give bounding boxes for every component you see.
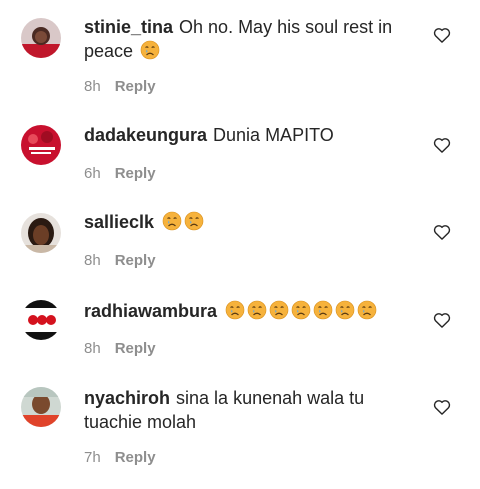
comment-text: sallieclk — [84, 210, 404, 234]
comment-body: Dunia MAPITO — [213, 125, 334, 145]
heart-icon[interactable] — [432, 25, 452, 45]
avatar[interactable] — [21, 18, 61, 58]
heart-icon[interactable] — [432, 310, 452, 330]
comment-username[interactable]: nyachiroh — [84, 388, 170, 408]
heart-icon[interactable] — [432, 222, 452, 242]
comment-meta: 6h Reply — [84, 165, 156, 182]
avatar[interactable] — [21, 125, 61, 165]
comment-time: 6h — [84, 165, 101, 182]
comment-text: radhiawambura — [84, 299, 404, 323]
crying-face-emoji — [357, 300, 377, 320]
comment-meta: 7h Reply — [84, 449, 156, 466]
comment-body-line2: peace — [84, 41, 134, 61]
avatar[interactable] — [21, 213, 61, 253]
heart-icon[interactable] — [432, 397, 452, 417]
comment-username[interactable]: stinie_tina — [84, 17, 173, 37]
comment-meta: 8h Reply — [84, 78, 156, 95]
comment-username[interactable]: dadakeungura — [84, 125, 207, 145]
reply-button[interactable]: Reply — [115, 449, 156, 466]
comment-text: nyachiroh sina la kunenah wala tu tuachie… — [84, 386, 404, 434]
crying-face-emoji — [313, 300, 333, 320]
comment-time: 7h — [84, 449, 101, 466]
reply-button[interactable]: Reply — [115, 78, 156, 95]
crying-face-emoji — [291, 300, 311, 320]
crying-face-emoji — [335, 300, 355, 320]
avatar[interactable] — [21, 300, 61, 340]
reply-button[interactable]: Reply — [115, 252, 156, 269]
comment-time: 8h — [84, 252, 101, 269]
crying-face-emoji — [269, 300, 289, 320]
comment-text: stinie_tina Oh no. May his soul rest in p… — [84, 15, 404, 63]
comment-username[interactable]: sallieclk — [84, 212, 154, 232]
comment-meta: 8h Reply — [84, 252, 156, 269]
comment-meta: 8h Reply — [84, 340, 156, 357]
comment-text: dadakeungura Dunia MAPITO — [84, 123, 404, 147]
reply-button[interactable]: Reply — [115, 340, 156, 357]
crying-face-emoji — [184, 211, 204, 231]
reply-button[interactable]: Reply — [115, 165, 156, 182]
comment-time: 8h — [84, 78, 101, 95]
comment-time: 8h — [84, 340, 101, 357]
crying-face-emoji — [247, 300, 267, 320]
crying-face-emoji — [162, 211, 182, 231]
comment-username[interactable]: radhiawambura — [84, 301, 217, 321]
avatar[interactable] — [21, 387, 61, 427]
heart-icon[interactable] — [432, 135, 452, 155]
crying-face-emoji — [225, 300, 245, 320]
comment-body-line2: tuachie molah — [84, 412, 197, 432]
comment-body: sina la kunenah wala tu — [176, 388, 365, 408]
crying-face-emoji — [140, 40, 160, 60]
comment-body: Oh no. May his soul rest in — [179, 17, 393, 37]
